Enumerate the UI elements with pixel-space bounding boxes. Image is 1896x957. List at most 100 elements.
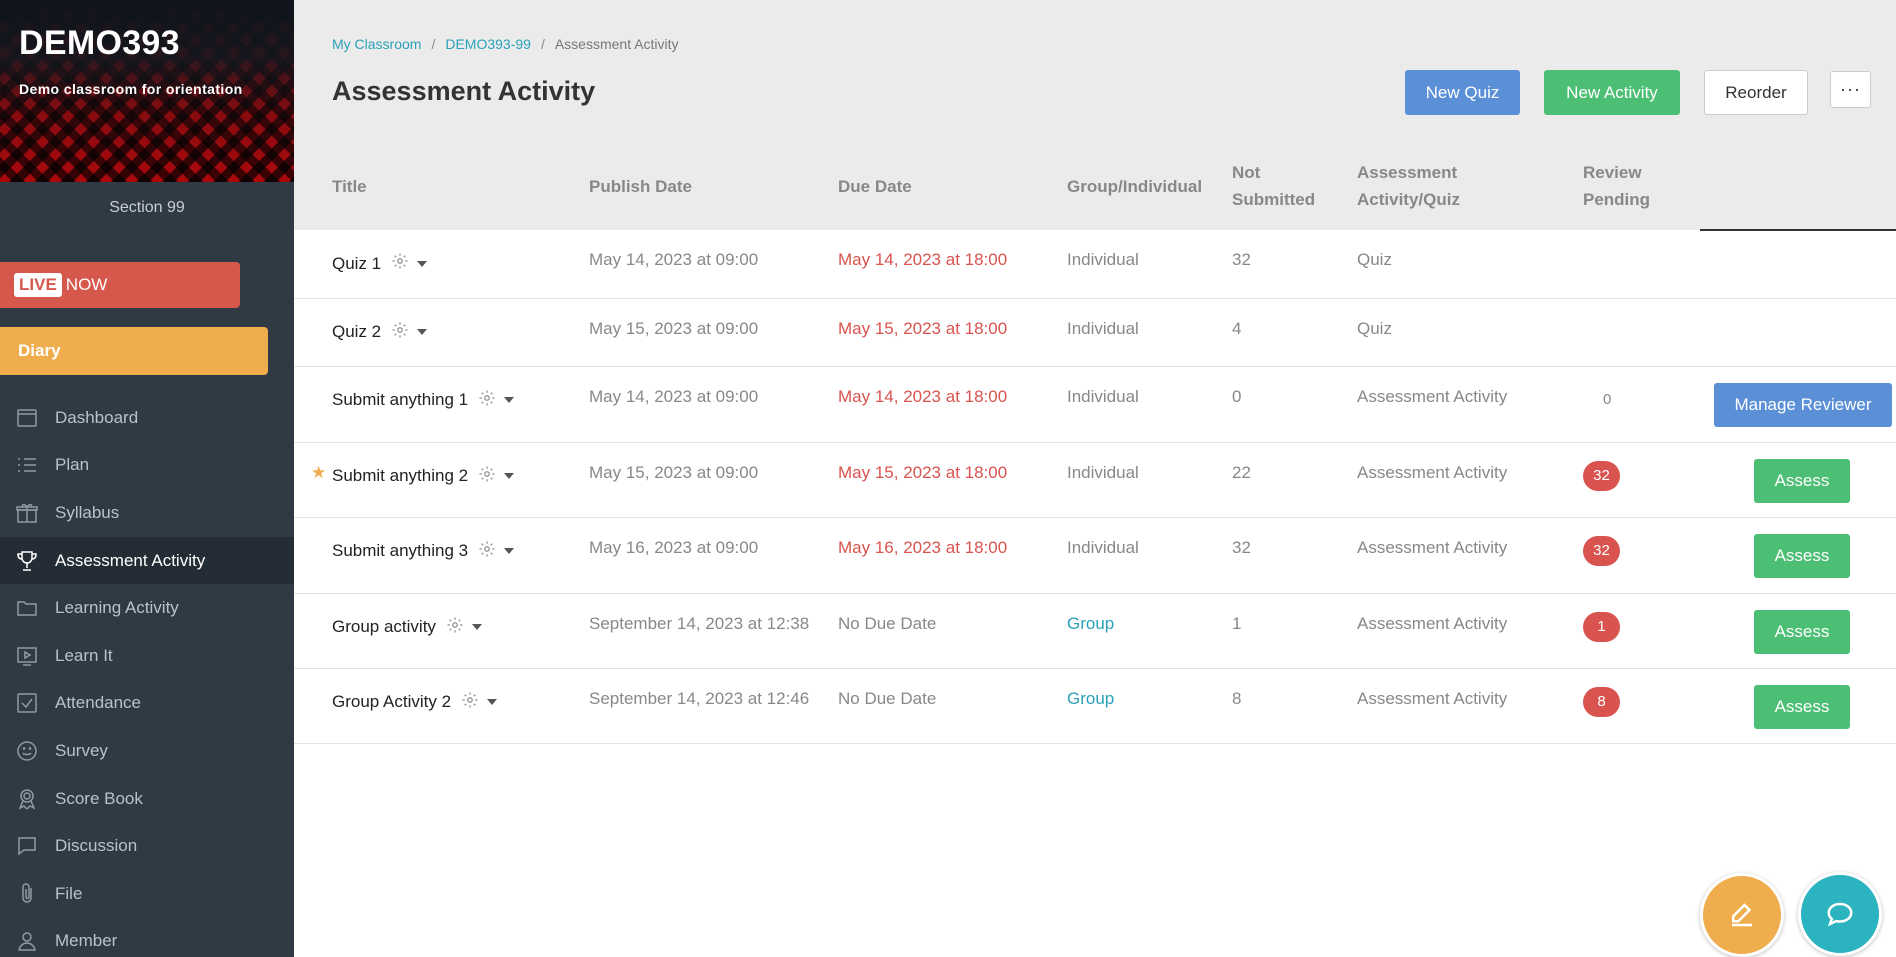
diary-button[interactable]: Diary: [0, 327, 268, 375]
activity-type: Quiz: [1357, 250, 1392, 269]
assess-button[interactable]: Assess: [1754, 609, 1850, 654]
due-date: May 15, 2023 at 18:00: [838, 462, 1008, 482]
table-row: Group Activity 2 September 14, 2023 at 1…: [294, 668, 1896, 743]
chevron-down-icon[interactable]: [504, 397, 515, 403]
table-row: Submit anything 1 May 14, 2023 at 09:00 …: [294, 366, 1896, 442]
chevron-down-icon[interactable]: [471, 624, 482, 630]
gear-icon[interactable]: [478, 465, 496, 488]
col-header-not-submitted[interactable]: Not Submitted: [1232, 142, 1357, 230]
folder-icon: [14, 595, 40, 621]
due-date: May 16, 2023 at 18:00: [838, 537, 1008, 557]
activity-title[interactable]: Group Activity 2: [332, 692, 451, 712]
gear-icon[interactable]: [391, 252, 409, 275]
assess-button[interactable]: Assess: [1754, 458, 1850, 503]
class-code: DEMO393: [19, 24, 180, 62]
chevron-down-icon[interactable]: [504, 548, 515, 554]
live-now-label: NOW: [65, 275, 108, 294]
group-link[interactable]: Group: [1067, 593, 1232, 668]
sidebar-item-survey[interactable]: Survey: [0, 727, 294, 775]
review-pending-badge[interactable]: 1: [1583, 611, 1620, 642]
sidebar-item-plan[interactable]: Plan: [0, 442, 294, 490]
activity-type: Assessment Activity: [1357, 386, 1508, 406]
table-row: ★ Submit anything 2 May 15, 2023 at 09:0…: [294, 442, 1896, 517]
live-now-button[interactable]: LIVE NOW: [0, 262, 240, 308]
sidebar-item-file[interactable]: File: [0, 870, 294, 918]
gear-icon[interactable]: [446, 616, 464, 639]
col-header-group[interactable]: Group/Individual: [1067, 142, 1232, 230]
review-pending-count: 0: [1603, 390, 1612, 408]
edit-note-button[interactable]: [1700, 873, 1784, 957]
sidebar-item-learning-activity[interactable]: Learning Activity: [0, 584, 294, 632]
col-header-type[interactable]: Assessment Activity/Quiz: [1357, 142, 1583, 230]
due-date: May 15, 2023 at 18:00: [838, 318, 1008, 338]
sidebar-item-dashboard[interactable]: Dashboard: [0, 394, 294, 442]
activity-title[interactable]: Quiz 1: [332, 254, 381, 274]
activity-title[interactable]: Group activity: [332, 617, 436, 637]
breadcrumb-course[interactable]: DEMO393-99: [445, 36, 531, 52]
chat-icon: [1827, 902, 1853, 927]
col-header-line: Activity/Quiz: [1357, 190, 1460, 209]
sidebar: DEMO393 Demo classroom for orientation S…: [0, 0, 294, 957]
col-header-review-pending[interactable]: Review Pending: [1583, 142, 1700, 230]
col-header-line: Assessment: [1357, 163, 1458, 182]
sidebar-item-label: Assessment Activity: [55, 550, 206, 570]
publish-date: May 14, 2023 at 09:00: [589, 250, 759, 269]
class-description: Demo classroom for orientation: [19, 81, 243, 97]
breadcrumb-my-classroom[interactable]: My Classroom: [332, 36, 421, 52]
star-icon[interactable]: ★: [311, 463, 326, 482]
publish-date: September 14, 2023 at 12:38: [589, 613, 810, 633]
col-header-due-date[interactable]: Due Date: [838, 142, 1067, 230]
more-options-button[interactable]: ···: [1830, 71, 1871, 108]
col-header-publish-date[interactable]: Publish Date: [589, 142, 838, 230]
col-header-title[interactable]: Title: [332, 142, 589, 230]
gear-icon[interactable]: [478, 540, 496, 563]
sidebar-item-syllabus[interactable]: Syllabus: [0, 489, 294, 537]
chevron-down-icon[interactable]: [504, 473, 515, 479]
group-type: Individual: [1067, 318, 1139, 338]
activity-title[interactable]: Quiz 2: [332, 322, 381, 342]
sidebar-item-learn-it[interactable]: Learn It: [0, 632, 294, 680]
sidebar-item-score-book[interactable]: Score Book: [0, 775, 294, 823]
sidebar-item-assessment-activity[interactable]: Assessment Activity: [0, 536, 294, 585]
chevron-down-icon[interactable]: [417, 260, 428, 267]
chat-button[interactable]: [1798, 872, 1882, 956]
table-header-row: Title Publish Date Due Date Group/Indivi…: [294, 142, 1896, 231]
col-header-line: Not: [1232, 163, 1261, 182]
new-quiz-button[interactable]: New Quiz: [1405, 70, 1520, 115]
col-header-actions: [1700, 142, 1896, 231]
assess-button[interactable]: Assess: [1754, 684, 1850, 729]
live-tag: LIVE: [14, 273, 62, 297]
col-header-line: Submitted: [1232, 190, 1316, 209]
review-pending-badge[interactable]: 32: [1583, 535, 1620, 566]
breadcrumb: My Classroom / DEMO393-99 / Assessment A…: [332, 36, 679, 52]
trophy-icon: [14, 548, 40, 574]
smile-icon: [14, 738, 40, 764]
sidebar-item-member[interactable]: Member: [0, 918, 294, 957]
sidebar-item-discussion[interactable]: Discussion: [0, 822, 294, 870]
class-banner: DEMO393 Demo classroom for orientation: [0, 0, 294, 182]
gear-icon[interactable]: [461, 691, 479, 714]
play-icon: [14, 643, 40, 669]
not-submitted-count: 32: [1232, 537, 1251, 557]
new-activity-button[interactable]: New Activity: [1544, 70, 1680, 115]
assessment-table: Title Publish Date Due Date Group/Indivi…: [294, 142, 1896, 744]
chevron-down-icon[interactable]: [487, 699, 498, 705]
gear-icon[interactable]: [391, 321, 409, 344]
gear-icon[interactable]: [478, 389, 496, 412]
sidebar-item-label: Member: [55, 931, 118, 951]
group-link[interactable]: Group: [1067, 668, 1232, 743]
activity-title[interactable]: Submit anything 3: [332, 541, 468, 561]
breadcrumb-separator: /: [431, 36, 436, 52]
col-header-line: Pending: [1583, 190, 1651, 209]
person-icon: [14, 928, 40, 954]
sidebar-item-attendance[interactable]: Attendance: [0, 680, 294, 728]
chevron-down-icon[interactable]: [417, 329, 428, 335]
edit-icon: [1732, 903, 1752, 927]
reorder-button[interactable]: Reorder: [1704, 70, 1808, 115]
review-pending-badge[interactable]: 8: [1583, 686, 1620, 717]
manage-reviewer-button[interactable]: Manage Reviewer: [1714, 382, 1892, 427]
review-pending-badge[interactable]: 32: [1583, 460, 1620, 491]
assess-button[interactable]: Assess: [1754, 533, 1850, 578]
activity-title[interactable]: Submit anything 2: [332, 466, 468, 486]
activity-title[interactable]: Submit anything 1: [332, 390, 468, 410]
